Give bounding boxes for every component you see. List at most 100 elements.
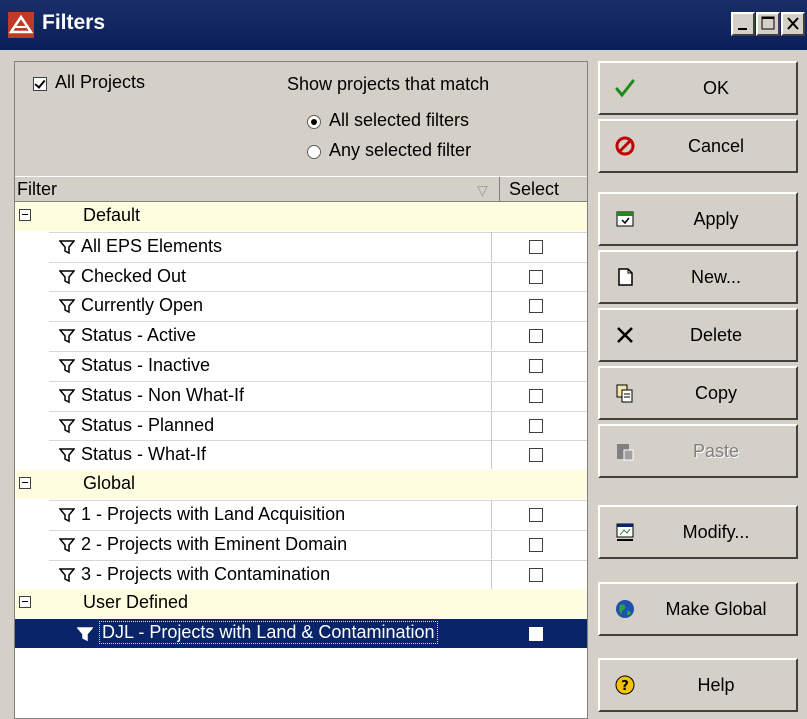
maximize-button[interactable] — [756, 12, 780, 36]
select-checkbox[interactable] — [529, 567, 543, 582]
filter-funnel-icon — [59, 389, 75, 404]
minimize-button[interactable] — [731, 12, 755, 36]
filter-name[interactable]: Checked Out — [81, 266, 186, 287]
filter-funnel-icon — [59, 448, 75, 463]
filter-funnel-icon — [59, 359, 75, 374]
cancel-label: Cancel — [687, 136, 745, 156]
sort-indicator-icon: ▽ — [477, 182, 488, 198]
app-logo-icon — [8, 12, 34, 38]
radio-any-label[interactable]: Any selected filter — [329, 140, 471, 161]
select-checkbox[interactable] — [529, 239, 543, 254]
new-button[interactable]: New... — [598, 250, 798, 304]
checkmark-icon — [615, 79, 635, 98]
collapse-icon[interactable] — [19, 596, 31, 609]
delete-button[interactable]: Delete — [598, 308, 798, 362]
select-checkbox[interactable] — [529, 269, 543, 284]
minimize-icon — [738, 28, 747, 30]
select-checkbox[interactable] — [529, 359, 543, 373]
svg-text:?: ? — [621, 679, 629, 694]
filter-name[interactable]: 1 - Projects with Land Acquisition — [81, 504, 345, 525]
filter-row[interactable]: Currently Open — [15, 291, 587, 321]
filter-funnel-icon — [59, 240, 75, 255]
cancel-button[interactable]: Cancel — [598, 119, 798, 173]
radio-any-selected[interactable] — [307, 145, 321, 159]
filter-row[interactable]: 1 - Projects with Land Acquisition — [15, 500, 587, 529]
match-label: Show projects that match — [287, 74, 490, 94]
group-name: User Defined — [83, 592, 189, 613]
select-checkbox[interactable] — [529, 448, 543, 463]
group-name: Global — [83, 473, 136, 494]
filter-funnel-icon — [59, 538, 75, 553]
filter-row[interactable]: Status - Inactive — [15, 351, 587, 380]
all-projects-checkbox[interactable] — [33, 77, 47, 91]
help-button[interactable]: ? Help — [598, 658, 798, 712]
ok-button[interactable]: OK — [598, 61, 798, 115]
filter-row[interactable]: 3 - Projects with Contamination — [15, 559, 587, 589]
copy-label: Copy — [694, 383, 738, 403]
collapse-icon[interactable] — [19, 477, 31, 490]
filter-name[interactable]: Status - What-If — [81, 444, 206, 465]
filter-name[interactable]: DJL - Projects with Land & Contamination — [99, 621, 438, 645]
filter-name[interactable]: Status - Inactive — [81, 355, 210, 376]
close-icon — [787, 17, 799, 30]
select-checkbox[interactable] — [529, 299, 543, 314]
paste-button[interactable]: Paste — [598, 424, 798, 478]
delete-label: Delete — [689, 325, 743, 345]
filter-row[interactable]: Checked Out — [15, 261, 587, 291]
select-checkbox[interactable] — [529, 329, 543, 344]
paste-label: Paste — [692, 441, 740, 461]
modify-button[interactable]: Modify... — [598, 505, 798, 559]
copy-button[interactable]: Copy — [598, 366, 798, 420]
group-name: Default — [83, 205, 141, 225]
column-header-select[interactable]: Select — [509, 179, 559, 200]
group-row[interactable]: User Defined — [15, 589, 587, 619]
group-row[interactable]: Global — [15, 470, 587, 500]
filter-name[interactable]: Currently Open — [81, 295, 203, 316]
filter-row[interactable]: Status - Active — [15, 321, 587, 351]
filter-name[interactable]: Status - Planned — [81, 415, 214, 436]
title-bar[interactable]: Filters — [0, 0, 807, 50]
radio-all-label[interactable]: All selected filters — [329, 110, 469, 131]
filter-panel: All Projects Show projects that match Al… — [14, 61, 588, 719]
select-checkbox[interactable] — [529, 418, 543, 433]
close-button[interactable] — [781, 12, 805, 36]
filter-funnel-icon — [77, 627, 93, 642]
filter-name[interactable]: 2 - Projects with Eminent Domain — [81, 534, 347, 555]
filters-dialog: Filters All Projects Show projects that … — [0, 0, 807, 719]
window-title: Filters — [42, 11, 106, 34]
filter-row[interactable]: Status - Non What-If — [15, 380, 587, 410]
make-global-label: Make Global — [665, 599, 767, 619]
column-header-filter[interactable]: Filter — [17, 179, 57, 200]
filter-row[interactable]: DJL - Projects with Land & Contamination — [15, 619, 587, 649]
filter-name[interactable]: All EPS Elements — [81, 236, 222, 257]
filter-name[interactable]: 3 - Projects with Contamination — [81, 564, 330, 585]
collapse-icon[interactable] — [19, 209, 31, 221]
select-checkbox[interactable] — [529, 388, 543, 403]
filter-name[interactable]: Status - Active — [81, 325, 196, 346]
select-checkbox[interactable] — [529, 627, 543, 642]
ok-label: OK — [702, 78, 729, 98]
apply-button[interactable]: Apply — [598, 192, 798, 246]
grid-header: Filter ▽ Select — [15, 176, 587, 202]
cancel-icon — [615, 136, 635, 156]
filter-name[interactable]: Status - Non What-If — [81, 385, 244, 406]
filter-row[interactable]: 2 - Projects with Eminent Domain — [15, 529, 587, 559]
delete-x-icon — [617, 327, 633, 343]
match-options: All Projects Show projects that match Al… — [15, 62, 587, 176]
group-row[interactable]: Default — [15, 202, 587, 231]
filter-funnel-icon — [59, 567, 75, 582]
radio-all-selected[interactable] — [307, 115, 321, 129]
modify-label: Modify... — [682, 522, 750, 542]
column-divider[interactable] — [499, 177, 500, 201]
make-global-button[interactable]: Make Global — [598, 582, 798, 636]
all-projects-label[interactable]: All Projects — [55, 72, 145, 93]
filter-funnel-icon — [59, 508, 75, 523]
filter-funnel-icon — [59, 329, 75, 344]
select-checkbox[interactable] — [529, 508, 543, 522]
filter-funnel-icon — [59, 269, 75, 284]
select-checkbox[interactable] — [529, 537, 543, 552]
filter-row[interactable]: Status - Planned — [15, 410, 587, 440]
filter-row[interactable]: Status - What-If — [15, 440, 587, 470]
new-document-icon — [618, 268, 633, 286]
filter-row[interactable]: All EPS Elements — [15, 231, 587, 261]
